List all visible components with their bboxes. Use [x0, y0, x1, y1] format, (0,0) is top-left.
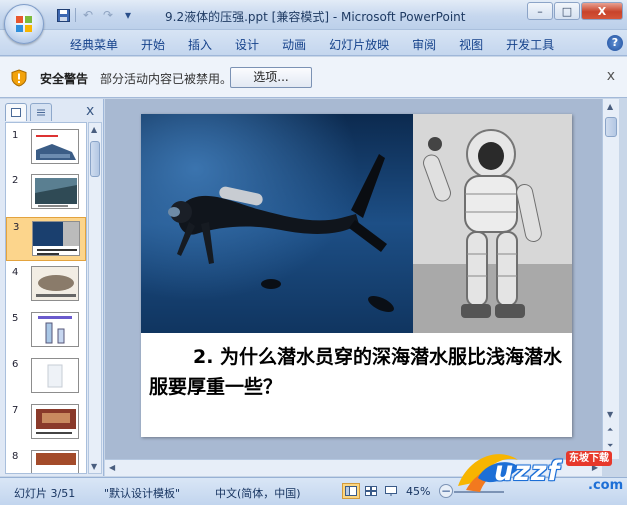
slide-thumbnail[interactable]: 1 — [6, 126, 86, 170]
tab-review[interactable]: 审阅 — [402, 36, 449, 53]
slide-sorter-view-icon[interactable] — [362, 483, 380, 499]
tab-slides[interactable] — [5, 103, 27, 121]
tab-developer[interactable]: 开发工具 — [496, 36, 567, 53]
window-title: 9.2液体的压强.ppt [兼容模式] - Microsoft PowerPoi… — [165, 10, 466, 24]
tab-insert[interactable]: 插入 — [178, 36, 225, 53]
tab-outline[interactable] — [30, 103, 52, 121]
save-icon[interactable] — [55, 7, 71, 23]
template-name[interactable]: "默认设计模板" — [104, 485, 180, 501]
slide-preview — [31, 312, 79, 347]
scuba-diver-photo — [141, 114, 413, 333]
close-button[interactable]: X — [581, 2, 623, 20]
slide-thumbnail[interactable]: 8 — [6, 447, 86, 473]
tab-slideshow[interactable]: 幻灯片放映 — [319, 36, 402, 53]
scroll-left-icon[interactable]: ◀ — [109, 463, 115, 472]
thumbnail-scrollbar[interactable]: ▲ ▼ — [88, 122, 102, 474]
scroll-up-icon[interactable]: ▲ — [607, 102, 613, 111]
slide-number: 1 — [12, 130, 19, 141]
normal-view-icon[interactable] — [342, 483, 360, 499]
slide-number: 5 — [12, 313, 19, 324]
close-pane-icon[interactable]: x — [86, 103, 94, 119]
slide-preview — [31, 358, 79, 393]
scroll-down-icon[interactable]: ▼ — [607, 410, 613, 419]
slide-counter: 幻灯片 3/51 — [14, 487, 76, 500]
close-icon[interactable]: x — [607, 68, 615, 84]
previous-slide-icon[interactable]: ⏶ — [607, 425, 613, 435]
slide-preview — [32, 221, 80, 256]
security-warning-bar: 安全警告 部分活动内容已被禁用。 选项... x — [0, 57, 627, 98]
watermark-suffix: .com — [588, 478, 624, 493]
tab-classic-menu[interactable]: 经典菜单 — [60, 36, 131, 53]
redo-icon[interactable]: ↷ — [100, 7, 116, 23]
language-indicator[interactable]: 中文(简体，中国) — [215, 485, 301, 501]
slide-number: 7 — [12, 405, 19, 416]
slide-thumbnail-list: 1 2 3 4 5 6 7 8 — [5, 122, 87, 474]
options-button[interactable]: 选项... — [230, 67, 312, 88]
slide-edit-area: 2. 为什么潜水员穿的深海潜水服比浅海潜水服要厚重一些？ — [105, 99, 602, 459]
slide-preview — [31, 129, 79, 164]
zoom-level[interactable]: 45% — [406, 485, 430, 498]
slideshow-view-icon[interactable] — [382, 483, 400, 499]
office-logo-icon — [16, 16, 32, 32]
slide-preview — [31, 174, 79, 209]
window-controls: – □ X — [527, 2, 623, 20]
tab-animations[interactable]: 动画 — [272, 36, 319, 53]
slide-thumbnail[interactable]: 5 — [6, 309, 86, 353]
slide-number: 3 — [13, 222, 20, 233]
tab-design[interactable]: 设计 — [225, 36, 272, 53]
slide-thumbnail[interactable]: 7 — [6, 401, 86, 445]
title-bar: ↶ ↷ ▾ 9.2液体的压强.ppt [兼容模式] - Microsoft Po… — [0, 0, 627, 30]
scroll-thumb[interactable] — [605, 117, 617, 137]
current-slide[interactable]: 2. 为什么潜水员穿的深海潜水服比浅海潜水服要厚重一些？ — [141, 114, 572, 437]
slide-preview — [31, 450, 79, 473]
tab-view[interactable]: 视图 — [449, 36, 496, 53]
undo-icon[interactable]: ↶ — [80, 7, 96, 23]
slide-number: 8 — [12, 451, 19, 462]
slide-number: 6 — [12, 359, 19, 370]
slides-tab-icon — [11, 108, 21, 117]
customize-icon[interactable]: ▾ — [120, 7, 136, 23]
maximize-button[interactable]: □ — [554, 2, 580, 20]
slides-pane: x 1 2 3 4 5 6 7 8 ▲ ▼ — [0, 99, 104, 476]
slide-thumbnail[interactable]: 4 — [6, 263, 86, 307]
slide-number: 2 — [12, 175, 19, 186]
watermark-badge: 东坡下载 — [566, 451, 612, 466]
quick-access-toolbar: ↶ ↷ ▾ — [55, 6, 136, 24]
vertical-scrollbar[interactable]: ▲ ▼ ⏶ ⏷ — [602, 99, 619, 459]
warning-title: 安全警告 — [40, 72, 89, 86]
slide-preview — [31, 266, 79, 301]
slide-number: 4 — [12, 267, 19, 278]
watermark-text: uzzf — [494, 456, 561, 487]
warning-text: 部分活动内容已被禁用。 — [100, 72, 233, 86]
slide-thumbnail-selected[interactable]: 3 — [6, 217, 86, 261]
outline-tab-icon — [37, 109, 45, 116]
view-buttons — [342, 483, 400, 499]
ribbon-tabs: 经典菜单 开始 插入 设计 动画 幻灯片放映 审阅 视图 开发工具 ? — [0, 30, 627, 56]
minimize-button[interactable]: – — [527, 2, 553, 20]
slide-thumbnail[interactable]: 6 — [6, 355, 86, 399]
slide-question-text[interactable]: 2. 为什么潜水员穿的深海潜水服比浅海潜水服要厚重一些？ — [149, 342, 569, 402]
office-button[interactable] — [4, 4, 44, 44]
slide-preview — [31, 404, 79, 439]
scroll-down-icon[interactable]: ▼ — [91, 462, 97, 471]
scroll-thumb[interactable] — [90, 141, 100, 177]
help-icon[interactable]: ? — [607, 35, 623, 51]
scroll-up-icon[interactable]: ▲ — [91, 125, 97, 134]
deep-sea-diving-suit-photo — [413, 114, 572, 333]
separator — [75, 8, 76, 22]
tab-home[interactable]: 开始 — [131, 36, 178, 53]
shield-icon — [11, 69, 27, 87]
slide-thumbnail[interactable]: 2 — [6, 171, 86, 215]
